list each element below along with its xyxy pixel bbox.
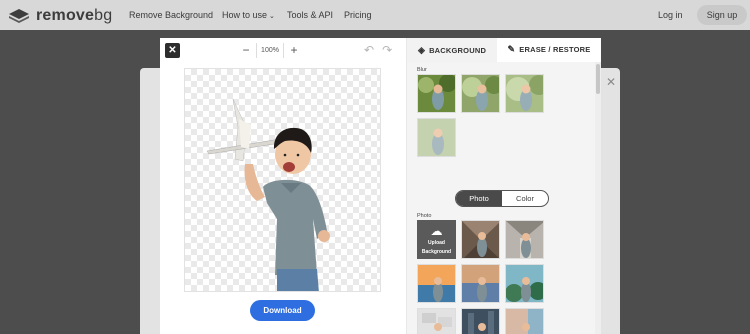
blur-section-label: Blur — [417, 67, 427, 73]
photo-option[interactable] — [505, 264, 544, 303]
nav-how-to-use[interactable]: How to use ⌄ — [222, 10, 275, 20]
zoom-out-button[interactable]: − — [240, 43, 252, 58]
tab-background[interactable]: ◈ BACKGROUND — [407, 38, 497, 62]
editor-modal: ✕ − 100% + ↶ ↷ Download ◈ BACKGROUND ✎ E… — [160, 38, 601, 334]
undo-icon[interactable]: ↶ — [364, 44, 374, 56]
photo-option[interactable] — [461, 308, 500, 334]
toggle-color[interactable]: Color — [502, 191, 548, 206]
photo-option[interactable] — [505, 308, 544, 334]
zoom-value: 100% — [256, 43, 284, 58]
panel-scrollbar[interactable] — [595, 62, 601, 334]
blur-option[interactable] — [417, 118, 456, 157]
cutout-photo — [206, 98, 330, 291]
history-controls: ↶ ↷ — [364, 44, 392, 56]
zoom-in-button[interactable]: + — [288, 43, 300, 58]
blur-option[interactable] — [461, 74, 500, 113]
tab-erase-restore-label: ERASE / RESTORE — [519, 45, 591, 54]
photo-color-toggle: Photo Color — [455, 190, 549, 207]
image-canvas[interactable] — [184, 68, 381, 292]
zoom-control: − 100% + — [240, 43, 300, 58]
layers-icon: ◈ — [417, 44, 426, 55]
top-navigation: removebg Remove Background How to use ⌄ T… — [0, 0, 750, 30]
nav-pricing[interactable]: Pricing — [344, 10, 372, 20]
photo-section-label: Photo — [417, 213, 432, 219]
photo-option[interactable] — [461, 264, 500, 303]
edit-panel: ◈ BACKGROUND ✎ ERASE / RESTORE Blur Phot… — [406, 38, 601, 334]
signup-button[interactable]: Sign up — [697, 5, 747, 25]
close-button[interactable]: ✕ — [165, 43, 180, 58]
panel-tabs: ◈ BACKGROUND ✎ ERASE / RESTORE — [407, 38, 601, 62]
photo-option[interactable] — [417, 308, 456, 334]
tab-erase-restore[interactable]: ✎ ERASE / RESTORE — [497, 38, 601, 62]
upload-label: Background — [421, 249, 452, 255]
cloud-upload-icon: ☁ — [430, 224, 443, 238]
download-button[interactable]: Download — [250, 300, 315, 321]
scrollbar-thumb[interactable] — [596, 64, 600, 94]
blur-option[interactable] — [505, 74, 544, 113]
removebg-logo[interactable]: removebg — [9, 7, 112, 25]
logo-text: removebg — [36, 7, 113, 24]
toggle-photo[interactable]: Photo — [456, 191, 502, 206]
tab-background-label: BACKGROUND — [429, 45, 487, 55]
chevron-down-icon: ⌄ — [269, 13, 275, 20]
photo-option[interactable] — [505, 220, 544, 259]
nav-remove-background[interactable]: Remove Background — [129, 10, 213, 20]
photo-option[interactable] — [461, 220, 500, 259]
upload-label: Upload — [428, 240, 445, 246]
blur-option[interactable] — [417, 74, 456, 113]
background-close-icon: ✕ — [605, 75, 616, 89]
brush-icon: ✎ — [507, 44, 516, 54]
background-options[interactable]: Blur Photo Color Photo ☁ Upload Backgrou… — [407, 62, 601, 334]
upload-background-button[interactable]: ☁ Upload Background — [417, 220, 456, 259]
redo-icon[interactable]: ↷ — [382, 44, 392, 56]
nav-tools-api[interactable]: Tools & API — [287, 10, 333, 20]
photo-option[interactable] — [417, 264, 456, 303]
logo-icon — [9, 9, 29, 23]
login-link[interactable]: Log in — [658, 10, 683, 20]
